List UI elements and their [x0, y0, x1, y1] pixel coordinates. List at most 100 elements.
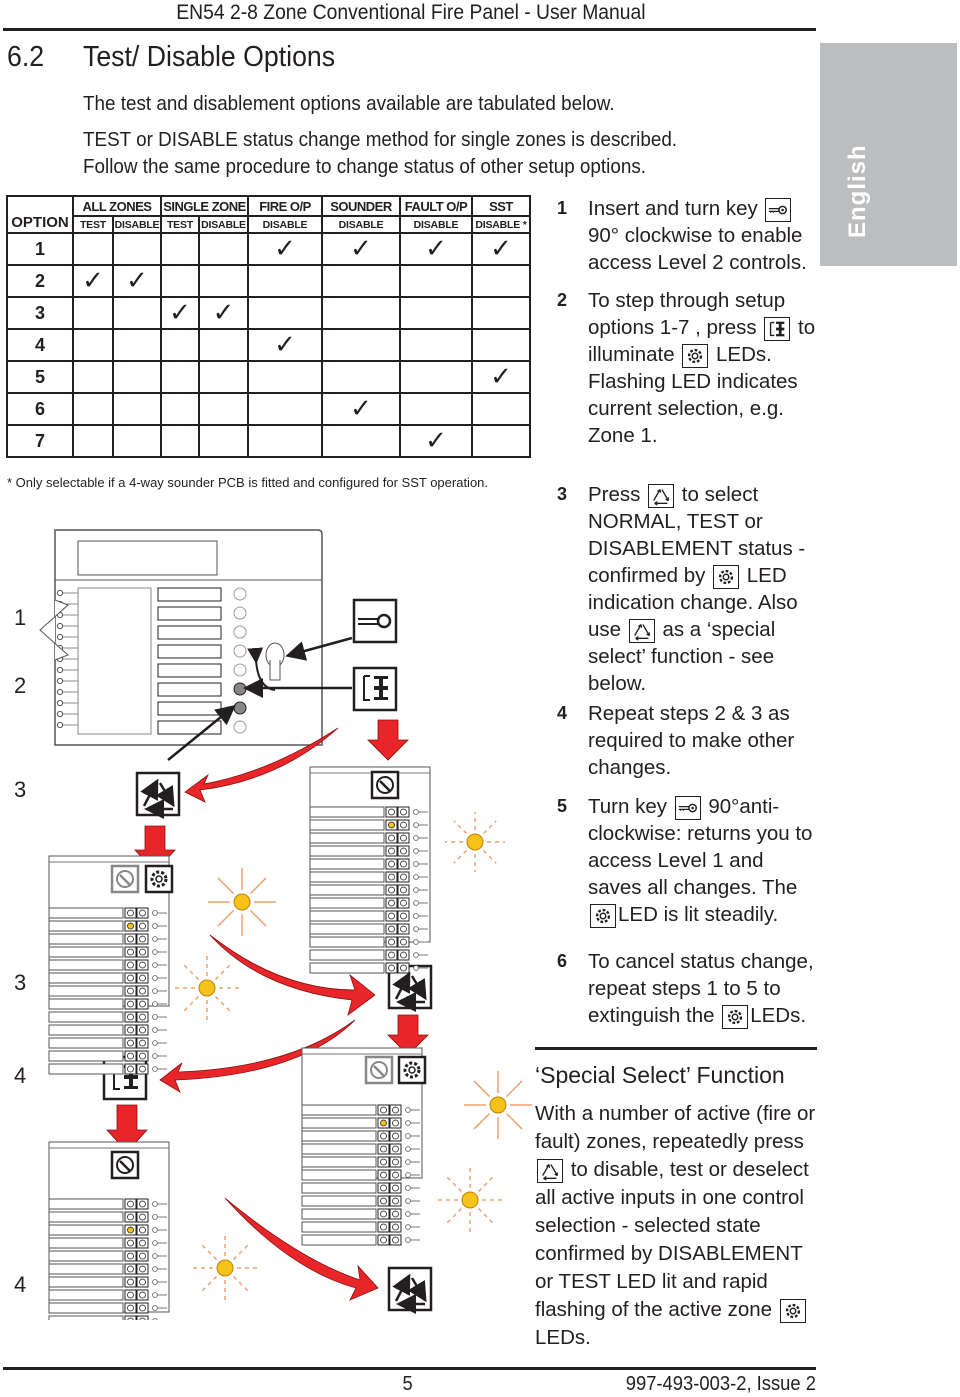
indicator-led	[56, 677, 64, 685]
panel-detail-view	[48, 855, 174, 1075]
zone-label-slot	[157, 606, 222, 621]
section-title: Test/ Disable Options	[83, 41, 336, 73]
check-mark-icon: ✓	[425, 234, 447, 264]
gear-icon	[144, 864, 174, 894]
status-led	[392, 1158, 399, 1166]
zone-led	[233, 587, 247, 601]
status-led	[139, 1200, 146, 1208]
table-cell	[72, 296, 114, 330]
table-cell	[112, 392, 162, 426]
status-led	[127, 1278, 134, 1286]
status-led	[388, 821, 395, 829]
panel-detail-view	[301, 1047, 427, 1246]
check-mark-icon: ✓	[350, 394, 372, 424]
text-run: to disable, test or deselect all active …	[535, 1158, 809, 1321]
page-number: 5	[402, 1373, 413, 1395]
status-led	[139, 1265, 146, 1273]
status-led	[139, 987, 146, 995]
cycle-icon	[628, 618, 655, 643]
footer-rule	[3, 1367, 816, 1370]
indicator-led	[56, 699, 64, 707]
step-text: Insert and turn key 90° clockwise to ena…	[588, 195, 817, 276]
table-cell	[321, 264, 401, 298]
table-cell	[72, 328, 114, 362]
language-tab: English	[820, 43, 957, 266]
status-led	[127, 987, 134, 995]
table-cell	[471, 424, 531, 458]
status-led	[139, 1239, 146, 1247]
status-led	[388, 899, 395, 907]
header-rule	[3, 28, 816, 31]
text-run: LEDs.	[535, 1326, 591, 1349]
table-cell	[247, 360, 323, 394]
flashing-led-icon	[438, 1168, 502, 1232]
table-cell: ✓	[72, 264, 114, 298]
step-number: 3	[557, 484, 568, 504]
table-cell	[247, 424, 323, 458]
zone-label-slot	[157, 663, 222, 678]
table-cell	[160, 328, 200, 362]
step-5: 5 Turn key 90°anti-clockwise: returns you…	[557, 793, 817, 928]
step-text: Repeat steps 2 & 3 as required to make o…	[588, 700, 817, 781]
text-run: 90° clockwise to enable access Level 2 c…	[588, 224, 807, 274]
cycle-icon	[648, 483, 675, 508]
diagram-label: 1	[14, 605, 27, 630]
status-led	[127, 1026, 134, 1034]
status-led	[392, 1145, 399, 1153]
table-cell	[198, 360, 249, 394]
status-led	[127, 1200, 134, 1208]
table-cell	[72, 392, 114, 426]
status-led	[388, 860, 395, 868]
option-number: 5	[6, 360, 74, 394]
step-number: 4	[557, 703, 568, 723]
table-cell	[112, 232, 162, 266]
group-header: SOUNDER	[321, 195, 401, 217]
group-header: ALL ZONES	[72, 195, 162, 217]
group-header: SINGLE ZONE	[160, 195, 249, 217]
table-cell: ✓	[160, 296, 200, 330]
text-run: To step through setup options 1-7 , pres…	[588, 289, 786, 339]
status-led	[139, 1226, 146, 1234]
status-led	[139, 1026, 146, 1034]
table-cell: ✓	[471, 360, 531, 394]
status-led	[392, 1184, 399, 1192]
table-row: 2 ✓ ✓	[6, 264, 531, 298]
step-text: Turn key 90°anti-clockwise: returns you …	[588, 793, 817, 928]
table-cell	[321, 360, 401, 394]
status-led	[400, 847, 407, 855]
gear-icon	[713, 564, 740, 589]
table-cell	[247, 296, 323, 330]
status-led	[380, 1184, 387, 1192]
zone-label-slot	[157, 720, 222, 735]
sub-header: DISABLE	[112, 215, 162, 234]
table-cell	[247, 264, 323, 298]
table-cell	[471, 264, 531, 298]
status-led	[392, 1197, 399, 1205]
option-header: OPTION	[6, 195, 74, 234]
cycle-icon	[537, 1158, 563, 1183]
table-row: 6 ✓	[6, 392, 531, 426]
language-tab-label: English	[844, 144, 871, 238]
status-led	[127, 1252, 134, 1260]
options-table: OPTION ALL ZONES SINGLE ZONE FIRE O/P SO…	[6, 195, 531, 458]
group-header: FAULT O/P	[399, 195, 473, 217]
status-led	[139, 1278, 146, 1286]
step-icon	[764, 316, 791, 341]
step-number: 5	[557, 796, 568, 816]
status-led	[392, 1132, 399, 1140]
status-led	[400, 873, 407, 881]
status-led	[400, 808, 407, 816]
check-mark-icon: ✓	[490, 234, 512, 264]
table-cell	[471, 328, 531, 362]
text-run: LED is lit steadily.	[618, 903, 779, 926]
status-led	[127, 1226, 134, 1234]
status-led	[380, 1197, 387, 1205]
step-text: To step through setup options 1-7 , pres…	[588, 287, 817, 449]
status-led	[388, 847, 395, 855]
status-led	[127, 922, 134, 930]
group-header: SST	[471, 195, 531, 217]
key-icon	[674, 795, 701, 820]
option-number: 4	[6, 328, 74, 362]
table-cell	[72, 424, 114, 458]
table-cell	[321, 296, 401, 330]
